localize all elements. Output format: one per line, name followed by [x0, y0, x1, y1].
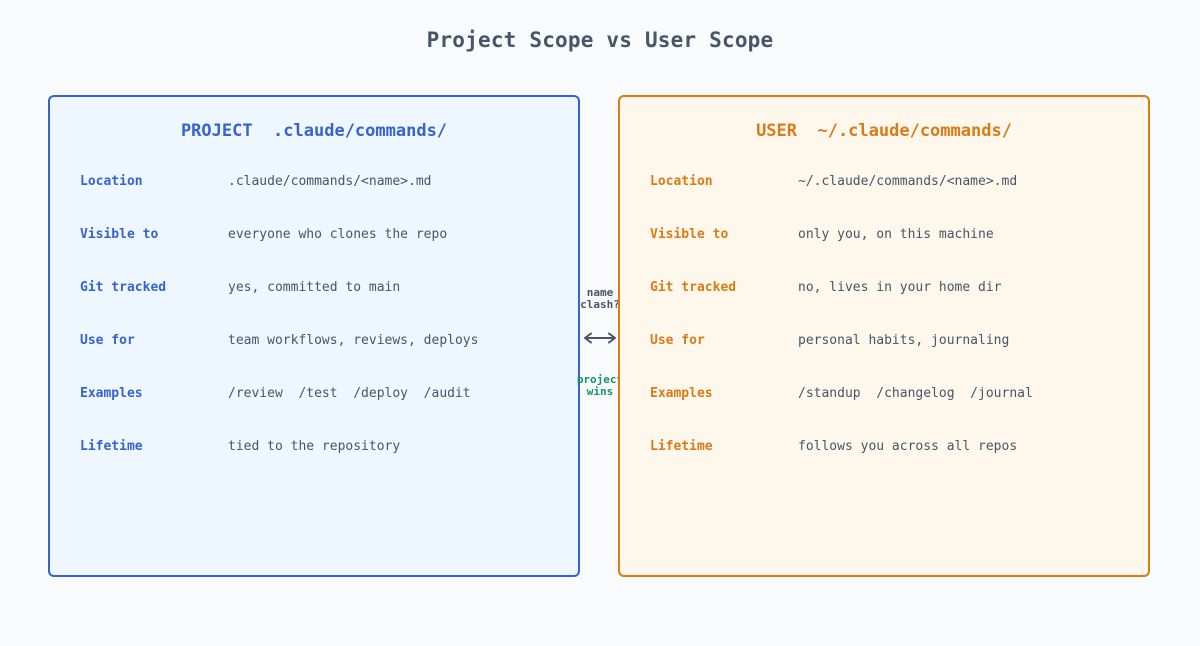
user-row-git-tracked: Git tracked no, lives in your home dir	[650, 280, 1130, 300]
row-value: everyone who clones the repo	[228, 227, 448, 242]
row-label: Git tracked	[80, 280, 167, 295]
row-value: yes, committed to main	[228, 280, 401, 295]
project-row-visible-to: Visible to everyone who clones the repo	[80, 227, 560, 247]
row-label: Lifetime	[80, 439, 143, 454]
row-label: Visible to	[650, 227, 729, 242]
row-label: Visible to	[80, 227, 159, 242]
row-label: Git tracked	[650, 280, 737, 295]
project-row-location: Location .claude/commands/<name>.md	[80, 174, 560, 194]
row-label: Examples	[80, 386, 143, 401]
user-row-visible-to: Visible to only you, on this machine	[650, 227, 1130, 247]
row-label: Use for	[650, 333, 705, 348]
project-scope-panel: PROJECT .claude/commands/ Location .clau…	[48, 95, 580, 577]
user-row-examples: Examples /standup /changelog /journal	[650, 386, 1130, 406]
row-value: .claude/commands/<name>.md	[228, 174, 432, 189]
project-row-lifetime: Lifetime tied to the repository	[80, 439, 560, 459]
user-scope-heading: USER ~/.claude/commands/	[756, 121, 1012, 141]
row-label: Lifetime	[650, 439, 713, 454]
row-value: /review /test /deploy /audit	[228, 386, 471, 401]
row-value: only you, on this machine	[798, 227, 994, 242]
user-scope-panel: USER ~/.claude/commands/ Location ~/.cla…	[618, 95, 1150, 577]
row-label: Location	[80, 174, 143, 189]
row-label: Location	[650, 174, 713, 189]
project-row-git-tracked: Git tracked yes, committed to main	[80, 280, 560, 300]
row-value: follows you across all repos	[798, 439, 1018, 454]
row-value: tied to the repository	[228, 439, 401, 454]
project-row-use-for: Use for team workflows, reviews, deploys	[80, 333, 560, 353]
row-label: Examples	[650, 386, 713, 401]
user-row-location: Location ~/.claude/commands/<name>.md	[650, 174, 1130, 194]
project-row-examples: Examples /review /test /deploy /audit	[80, 386, 560, 406]
diagram-title: Project Scope vs User Scope	[426, 28, 774, 52]
user-row-use-for: Use for personal habits, journaling	[650, 333, 1130, 353]
row-label: Use for	[80, 333, 135, 348]
row-value: no, lives in your home dir	[798, 280, 1002, 295]
row-value: team workflows, reviews, deploys	[228, 333, 479, 348]
row-value: ~/.claude/commands/<name>.md	[798, 174, 1018, 189]
project-scope-heading: PROJECT .claude/commands/	[180, 121, 448, 141]
row-value: personal habits, journaling	[798, 333, 1010, 348]
user-row-lifetime: Lifetime follows you across all repos	[650, 439, 1130, 459]
row-value: /standup /changelog /journal	[798, 386, 1033, 401]
double-arrow-icon	[584, 332, 616, 344]
